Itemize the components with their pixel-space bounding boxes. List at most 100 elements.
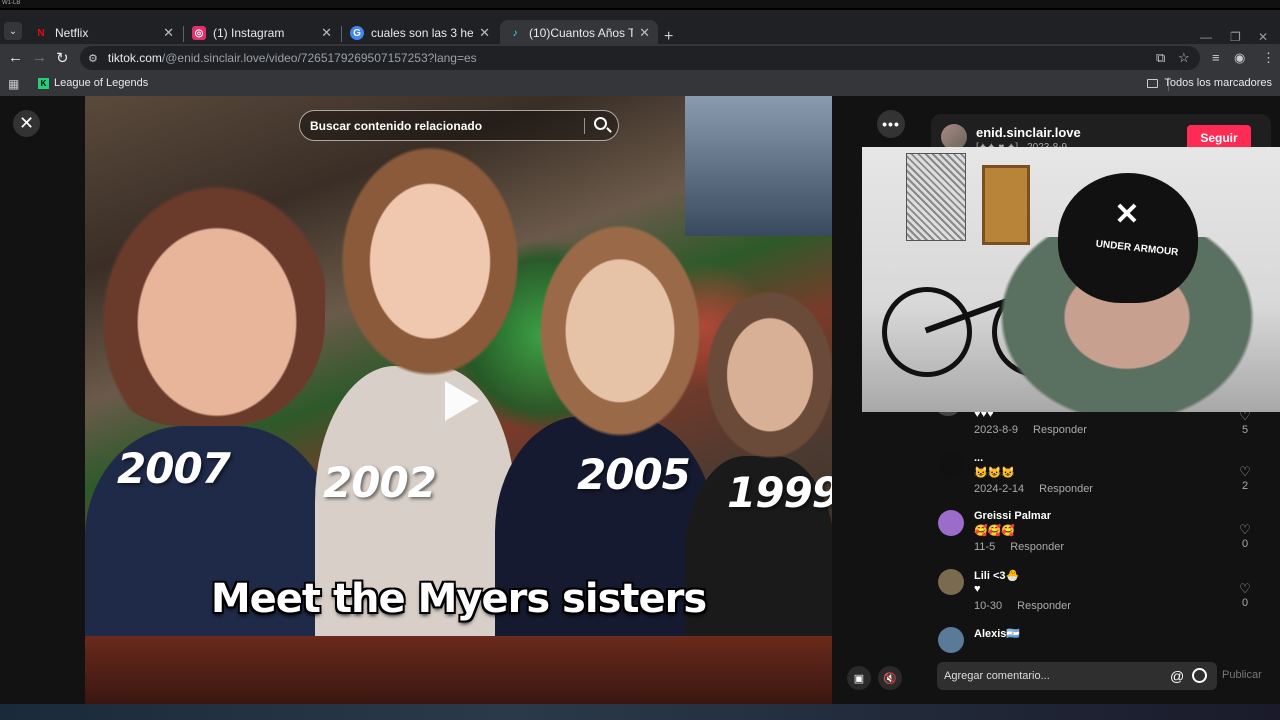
back-icon[interactable]: ← [8, 49, 23, 66]
reply-button[interactable]: Responder [1033, 424, 1087, 436]
cap-logo-icon: ✕ [1114, 198, 1140, 231]
year-label: 2007 [117, 444, 231, 493]
like-count: 2 [1241, 480, 1249, 492]
close-tab-icon[interactable]: ✕ [639, 25, 650, 41]
comment-text: 🥰🥰🥰 [974, 525, 1016, 537]
tiktok-page: ✕ 2007 2002 2005 1999 Meet the Myers sis… [0, 96, 1280, 720]
apps-grid-icon[interactable]: ▦ [8, 77, 19, 91]
video-person-2 [325, 126, 535, 386]
tab-tiktok[interactable]: ♪ (10)Cuantos Años Tienen Las H ✕ [500, 20, 658, 46]
comment-meta: 2023-8-9 Responder [974, 424, 1087, 436]
video-player[interactable]: 2007 2002 2005 1999 Meet the Myers siste… [85, 96, 832, 704]
year-label: 1999 [727, 468, 832, 517]
heart-icon[interactable]: ♡ [1238, 522, 1252, 538]
comment-meta: 10-30 Responder [974, 600, 1071, 612]
all-bookmarks[interactable]: Todos los marcadores [1147, 77, 1272, 89]
video-person-4 [695, 276, 832, 466]
tab-label: (1) Instagram [213, 26, 285, 40]
comment-meta: 2024-2-14 Responder [974, 483, 1093, 495]
video-bg-window [685, 96, 832, 236]
related-search-input[interactable]: Buscar contenido relacionado [299, 110, 619, 141]
reply-button[interactable]: Responder [1039, 483, 1093, 495]
comment-meta: 11-5 Responder [974, 541, 1064, 553]
heart-icon[interactable]: ♡ [1238, 464, 1252, 480]
comment-author[interactable]: Alexis🇦🇷 [974, 627, 1020, 640]
emoji-icon[interactable] [1192, 668, 1207, 683]
video-table [85, 636, 832, 704]
tab-label: cuales son las 3 hermanas de e [371, 26, 474, 40]
menu-dots-icon[interactable]: ⋮ [1262, 50, 1275, 66]
comment-text: 😺😺😺 [974, 467, 1016, 479]
comment-date: 11-5 [974, 541, 996, 553]
maximize-icon[interactable]: ❐ [1230, 30, 1241, 44]
minimize-icon[interactable]: — [1200, 30, 1212, 44]
webcam-frame [982, 165, 1030, 245]
year-label: 2002 [323, 458, 437, 507]
forward-icon[interactable]: → [32, 49, 47, 66]
tab-label: Netflix [55, 26, 89, 40]
like-count: 0 [1241, 538, 1249, 550]
avatar[interactable] [938, 569, 964, 595]
taskbar [0, 704, 1280, 720]
like-count: 5 [1241, 424, 1249, 436]
comment-date: 10-30 [974, 600, 1003, 612]
more-options-button[interactable]: ••• [877, 110, 905, 138]
reply-button[interactable]: Responder [1017, 600, 1071, 612]
play-icon[interactable] [445, 381, 479, 421]
address-bar: ← → ↻ ⚙ tiktok.com/@enid.sinclair.love/v… [0, 44, 1280, 72]
bookmark-label: League of Legends [54, 77, 149, 89]
url-host: tiktok.com [107, 51, 162, 65]
author-name[interactable]: enid.sinclair.love [976, 125, 1081, 140]
bookmark-star-icon[interactable]: ☆ [1178, 50, 1190, 66]
mention-icon[interactable]: @ [1170, 668, 1184, 684]
video-person-3 [525, 206, 715, 446]
comment-placeholder: Agregar comentario... [944, 670, 1050, 682]
tiktok-icon: ♪ [512, 27, 518, 39]
title-strip: W1-LB [0, 0, 1280, 8]
title-strip-text: W1-LB [2, 0, 21, 6]
media-controls-icon[interactable]: ≡ [1212, 50, 1220, 65]
install-app-icon[interactable]: ⧉ [1156, 50, 1165, 66]
comment-author[interactable]: Greissi Palmar [974, 510, 1051, 522]
publish-button[interactable]: Publicar [1222, 669, 1262, 681]
avatar[interactable] [938, 452, 964, 478]
close-video-button[interactable]: ✕ [13, 110, 40, 137]
year-label: 2005 [577, 450, 691, 499]
tab-netflix[interactable]: N Netflix ✕ [26, 20, 182, 46]
comment-date: 2023-8-9 [974, 424, 1019, 436]
comment-input[interactable]: Agregar comentario... @ [937, 662, 1217, 690]
webcam-overlay: ✕ UNDER ARMOUR [862, 147, 1280, 412]
video-caption: Meet the Myers sisters [210, 576, 707, 622]
tab-instagram[interactable]: ◎ (1) Instagram ✕ [184, 20, 340, 46]
avatar[interactable] [938, 510, 964, 536]
reply-button[interactable]: Responder [1010, 541, 1064, 553]
search-icon[interactable] [594, 117, 607, 130]
webcam-poster [906, 153, 966, 241]
site-info-icon[interactable]: ⚙ [88, 52, 98, 65]
bookmark-league-of-legends[interactable]: K League of Legends [38, 77, 148, 89]
close-window-icon[interactable]: ✕ [1258, 30, 1268, 44]
comment-text: ♥ [974, 583, 981, 595]
tab-bar: ⌄ N Netflix ✕ ◎ (1) Instagram ✕ G cuales… [0, 8, 1280, 46]
close-tab-icon[interactable]: ✕ [163, 25, 174, 41]
tab-search-icon[interactable]: ⌄ [4, 22, 22, 40]
profile-avatar-icon[interactable]: ◉ [1234, 50, 1245, 66]
comment-author[interactable]: ... [974, 452, 983, 464]
pip-icon[interactable]: ▣ [847, 666, 871, 690]
league-icon: K [38, 77, 49, 89]
heart-icon[interactable]: ♡ [1238, 581, 1252, 597]
close-tab-icon[interactable]: ✕ [321, 25, 332, 41]
url-input[interactable]: ⚙ tiktok.com/@enid.sinclair.love/video/7… [80, 46, 1200, 70]
google-icon: G [350, 26, 364, 40]
close-tab-icon[interactable]: ✕ [479, 25, 490, 41]
netflix-icon: N [37, 27, 45, 39]
like-count: 0 [1241, 597, 1249, 609]
all-bookmarks-label: Todos los marcadores [1164, 77, 1272, 89]
reload-icon[interactable]: ↻ [56, 49, 69, 67]
avatar[interactable] [938, 627, 964, 653]
comment-author[interactable]: Lili <3🐣 [974, 569, 1019, 582]
mute-icon[interactable]: 🔇 [878, 666, 902, 690]
tab-google-search[interactable]: G cuales son las 3 hermanas de e ✕ [342, 20, 498, 46]
search-placeholder: Buscar contenido relacionado [310, 118, 483, 133]
folder-icon [1147, 78, 1159, 88]
